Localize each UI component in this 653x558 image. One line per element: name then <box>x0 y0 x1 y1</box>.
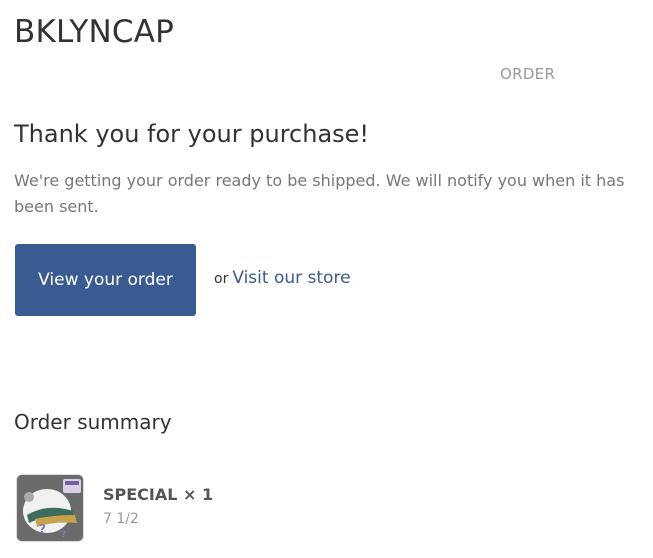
cap-product-thumbnail-icon: ? ? <box>17 475 83 541</box>
item-name: SPECIAL × 1 <box>103 485 214 504</box>
store-link-row: or Visit our store <box>214 268 351 288</box>
order-summary-title: Order summary <box>14 410 172 434</box>
svg-text:?: ? <box>39 522 46 536</box>
order-label: ORDER <box>500 65 556 83</box>
svg-text:?: ? <box>61 530 66 540</box>
or-text: or <box>214 271 229 287</box>
confirmation-message: We're getting your order ready to be shi… <box>14 171 625 216</box>
visit-store-link[interactable]: Visit our store <box>232 268 350 288</box>
view-order-button[interactable]: View your order <box>15 244 196 316</box>
page-title: Thank you for your purchase! <box>14 120 370 148</box>
shop-name[interactable]: BKLYNCAP <box>14 14 174 50</box>
product-thumbnail: ? ? <box>16 474 84 542</box>
item-variant: 7 1/2 <box>103 511 139 527</box>
